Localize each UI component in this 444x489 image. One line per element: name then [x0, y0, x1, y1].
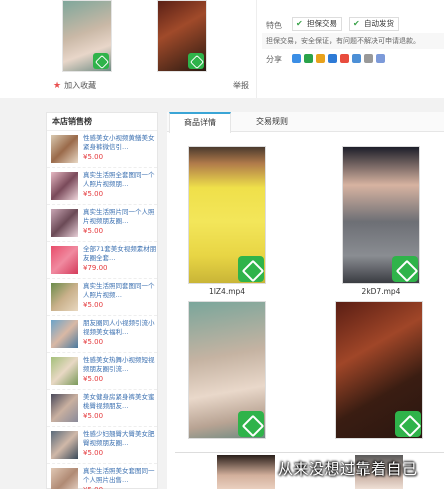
tab-trade-rules[interactable]: 交易规则	[241, 112, 303, 132]
video-thumbnail[interactable]	[342, 146, 420, 284]
ranking-item[interactable]: 全部71套美女视频素材朋友圈全套… ¥79.00	[47, 242, 157, 279]
ranking-item-title[interactable]: 真实生活照片同一个人照片视频朋友圈…	[83, 208, 157, 226]
tab-product-details[interactable]: 商品详情	[169, 112, 231, 133]
ranking-item-title[interactable]: 真实生活照同套图同一个人照片视频…	[83, 282, 157, 300]
page: ★ 加入收藏 举报 特色 ✔ 担保交易 ✔ 自动发货 担保交易，安全保证，有问题…	[0, 0, 444, 489]
share-label: 分享	[266, 55, 282, 64]
ranking-item-price: ¥5.00	[83, 153, 104, 161]
ranking-item-price: ¥5.00	[83, 190, 104, 198]
star-icon: ★	[53, 80, 62, 91]
ranking-item-title[interactable]: 真实生活照美女套图同一个人照片出售…	[83, 467, 157, 485]
ranking-list: 性感美女小视频黄鳝美女紧身裤微信引… ¥5.00 真实生活照全套图同一个人照片视频朋…	[47, 131, 157, 489]
video-thumbnail[interactable]	[188, 301, 266, 439]
ranking-item-price: ¥5.00	[83, 412, 104, 420]
share-icon[interactable]	[316, 54, 325, 63]
share-icon[interactable]	[340, 54, 349, 63]
share-icon[interactable]	[304, 54, 313, 63]
store-sales-ranking: 本店销售榜 性感美女小视频黄鳝美女紧身裤微信引… ¥5.00 真实生活照全套图同一个…	[46, 112, 158, 489]
ranking-item-thumbnail[interactable]	[51, 246, 78, 274]
video-caption: 1IZ4.mp4	[208, 287, 246, 296]
check-icon: ✔	[296, 19, 303, 28]
ranking-item-thumbnail[interactable]	[51, 394, 78, 422]
wechat-icon	[392, 256, 418, 282]
share-icon[interactable]	[352, 54, 361, 63]
ranking-item-thumbnail[interactable]	[51, 431, 78, 459]
ranking-item-title[interactable]: 性感少妇翘臀大臀美女肥臀视频朋友圈…	[83, 430, 157, 448]
ranking-item-thumbnail[interactable]	[51, 209, 78, 237]
feature-description: 担保交易，安全保证，有问题不解决可申请退款。	[262, 33, 444, 49]
wechat-icon	[395, 411, 421, 437]
ranking-item-thumbnail[interactable]	[51, 135, 78, 163]
main-content: 商品详情 交易规则 1IZ4.mp4 2kD7.mp4	[167, 112, 444, 489]
ranking-item-thumbnail[interactable]	[51, 468, 78, 489]
wechat-icon	[188, 53, 204, 69]
ranking-item-title[interactable]: 全部71套美女视频素材朋友圈全套…	[83, 245, 157, 263]
ranking-item-price: ¥5.00	[83, 227, 104, 235]
watermark: 从来没想过靠着自己	[278, 460, 418, 478]
ranking-item[interactable]: 性感少妇翘臀大臀美女肥臀视频朋友圈… ¥5.00	[47, 427, 157, 464]
escrow-tag-label: 担保交易	[307, 19, 337, 28]
ranking-item-title[interactable]: 朋友圈同人小视频引流小视频美女福利…	[83, 319, 157, 337]
add-favorite-button[interactable]: ★ 加入收藏	[53, 80, 96, 91]
sidebar-title: 本店销售榜	[47, 113, 157, 131]
ranking-item-thumbnail[interactable]	[51, 320, 78, 348]
product-thumbnail[interactable]	[157, 0, 207, 72]
ranking-item[interactable]: 性感美女小视频黄鳝美女紧身裤微信引… ¥5.00	[47, 131, 157, 168]
share-icon[interactable]	[364, 54, 373, 63]
wechat-icon	[93, 53, 109, 69]
ranking-item[interactable]: 性感美女热舞小视频短视频朋友圈引流… ¥5.00	[47, 353, 157, 390]
ranking-item-price: ¥5.00	[83, 449, 104, 457]
product-thumbnail[interactable]	[62, 0, 112, 72]
video-thumbnail[interactable]	[335, 301, 423, 439]
feature-label: 特色	[266, 21, 282, 30]
wechat-icon	[238, 411, 264, 437]
ranking-item-title[interactable]: 性感美女热舞小视频短视频朋友圈引流…	[83, 356, 157, 374]
ranking-item-price: ¥5.00	[83, 301, 104, 309]
ranking-item[interactable]: 朋友圈同人小视频引流小视频美女福利… ¥5.00	[47, 316, 157, 353]
ranking-item-title[interactable]: 性感美女小视频黄鳝美女紧身裤微信引…	[83, 134, 157, 152]
ranking-item[interactable]: 真实生活照片同一个人照片视频朋友圈… ¥5.00	[47, 205, 157, 242]
auto-delivery-tag-label: 自动发货	[364, 19, 394, 28]
ranking-item-title[interactable]: 真实生活照全套图同一个人照片视频朋…	[83, 171, 157, 189]
share-icon[interactable]	[328, 54, 337, 63]
share-icon[interactable]	[292, 54, 301, 63]
ranking-item[interactable]: 真实生活照同套图同一个人照片视频… ¥5.00	[47, 279, 157, 316]
ranking-item-title[interactable]: 美女健身房紧身裤美女蜜桃臀视频朋友…	[83, 393, 157, 411]
wechat-icon	[238, 256, 264, 282]
video-thumbnail[interactable]	[188, 146, 266, 284]
divider	[256, 0, 257, 98]
preview-thumbnail[interactable]	[217, 455, 275, 489]
ranking-item[interactable]: 美女健身房紧身裤美女蜜桃臀视频朋友… ¥5.00	[47, 390, 157, 427]
ranking-item[interactable]: 真实生活照美女套图同一个人照片出售…¥5.00	[47, 464, 157, 489]
ranking-item-thumbnail[interactable]	[51, 357, 78, 385]
video-caption: 2kD7.mp4	[361, 287, 401, 296]
share-icons	[292, 54, 385, 63]
share-icon[interactable]	[376, 54, 385, 63]
check-icon: ✔	[353, 19, 360, 28]
tab-bar: 商品详情 交易规则	[167, 112, 444, 133]
ranking-item-thumbnail[interactable]	[51, 283, 78, 311]
ranking-item-thumbnail[interactable]	[51, 172, 78, 200]
report-link[interactable]: 举报	[233, 80, 249, 91]
favorite-label: 加入收藏	[64, 81, 97, 90]
ranking-item-price: ¥79.00	[83, 264, 108, 272]
ranking-item[interactable]: 真实生活照全套图同一个人照片视频朋… ¥5.00	[47, 168, 157, 205]
product-header: ★ 加入收藏 举报 特色 ✔ 担保交易 ✔ 自动发货 担保交易，安全保证，有问题…	[0, 0, 444, 98]
auto-delivery-tag: ✔ 自动发货	[349, 17, 399, 31]
escrow-tag: ✔ 担保交易	[292, 17, 342, 31]
ranking-item-price: ¥5.00	[83, 338, 104, 346]
ranking-item-price: ¥5.00	[83, 375, 104, 383]
